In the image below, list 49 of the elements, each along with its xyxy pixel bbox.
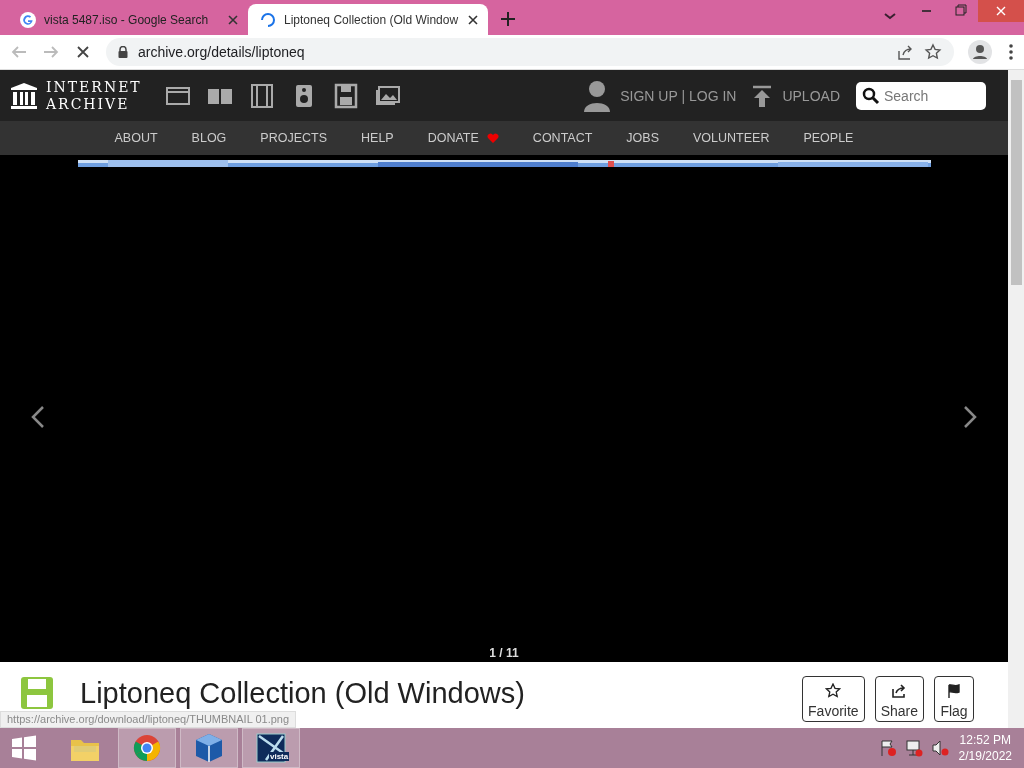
network-alert-icon[interactable] bbox=[904, 739, 923, 757]
lock-icon bbox=[118, 46, 128, 58]
favorite-button[interactable]: Favorite bbox=[802, 676, 865, 722]
nav-link[interactable]: BLOG bbox=[191, 131, 227, 145]
upload-icon[interactable] bbox=[752, 84, 773, 107]
logo-text[interactable]: INTERNET bbox=[46, 78, 142, 96]
nav-link[interactable]: VOLUNTEER bbox=[693, 131, 770, 145]
nav-link[interactable]: HELP bbox=[361, 131, 394, 145]
share-icon bbox=[891, 683, 908, 699]
share-button[interactable]: Share bbox=[874, 676, 924, 722]
address-bar[interactable]: archive.org/details/liptoneq bbox=[106, 38, 954, 66]
search-icon bbox=[862, 86, 880, 105]
scrollbar[interactable] bbox=[1008, 70, 1024, 728]
muted-speaker-icon[interactable] bbox=[930, 739, 949, 757]
status-url: https://archive.org/download/liptoneq/THUMBNAIL 01.png bbox=[0, 711, 297, 728]
chrome-icon bbox=[133, 734, 161, 762]
star-icon bbox=[825, 683, 842, 699]
nav-link[interactable]: JOBS bbox=[626, 131, 659, 145]
flag-alert-icon[interactable] bbox=[878, 739, 897, 757]
taskbar-app-button[interactable]: vista bbox=[242, 728, 300, 768]
nav-link[interactable]: PEOPLE bbox=[803, 131, 854, 145]
sign-up-login-link[interactable]: SIGN UP | LOG IN bbox=[620, 87, 737, 104]
browser-tab[interactable]: vista 5487.iso - Google Search bbox=[8, 4, 248, 35]
nav-link[interactable]: DONATE bbox=[427, 131, 499, 145]
windows-logo-icon bbox=[11, 735, 37, 761]
nav-link[interactable]: CONTACT bbox=[532, 131, 593, 145]
flag-button[interactable]: Flag bbox=[934, 676, 974, 722]
share-icon[interactable] bbox=[896, 43, 914, 61]
item-title: Liptoneq Collection (Old Windows) bbox=[80, 678, 526, 708]
scrollbar-thumb[interactable] bbox=[1010, 80, 1022, 285]
close-icon[interactable] bbox=[468, 14, 478, 25]
search-field[interactable]: Search bbox=[856, 81, 986, 110]
nav-link[interactable]: ABOUT bbox=[114, 131, 158, 145]
browser-tab[interactable]: Liptoneq Collection (Old Window bbox=[248, 4, 488, 35]
slide-counter: 1 / 11 bbox=[489, 646, 519, 660]
logo-text[interactable]: ARCHIVE bbox=[46, 95, 142, 113]
nav-link[interactable]: PROJECTS bbox=[260, 131, 328, 145]
cube-icon bbox=[195, 733, 223, 763]
close-icon bbox=[996, 6, 1006, 16]
upload-link[interactable]: UPLOAD bbox=[782, 87, 840, 104]
user-silhouette-icon[interactable] bbox=[584, 79, 611, 112]
taskbar-app-button[interactable] bbox=[118, 728, 176, 768]
menu-icon[interactable] bbox=[1008, 43, 1014, 61]
new-tab-icon[interactable] bbox=[498, 9, 518, 29]
taskbar-app-button[interactable] bbox=[180, 728, 238, 768]
star-icon[interactable] bbox=[924, 43, 942, 61]
flag-icon bbox=[946, 683, 962, 699]
archive-building-icon[interactable] bbox=[10, 81, 38, 110]
profile-avatar-icon[interactable] bbox=[968, 40, 992, 64]
